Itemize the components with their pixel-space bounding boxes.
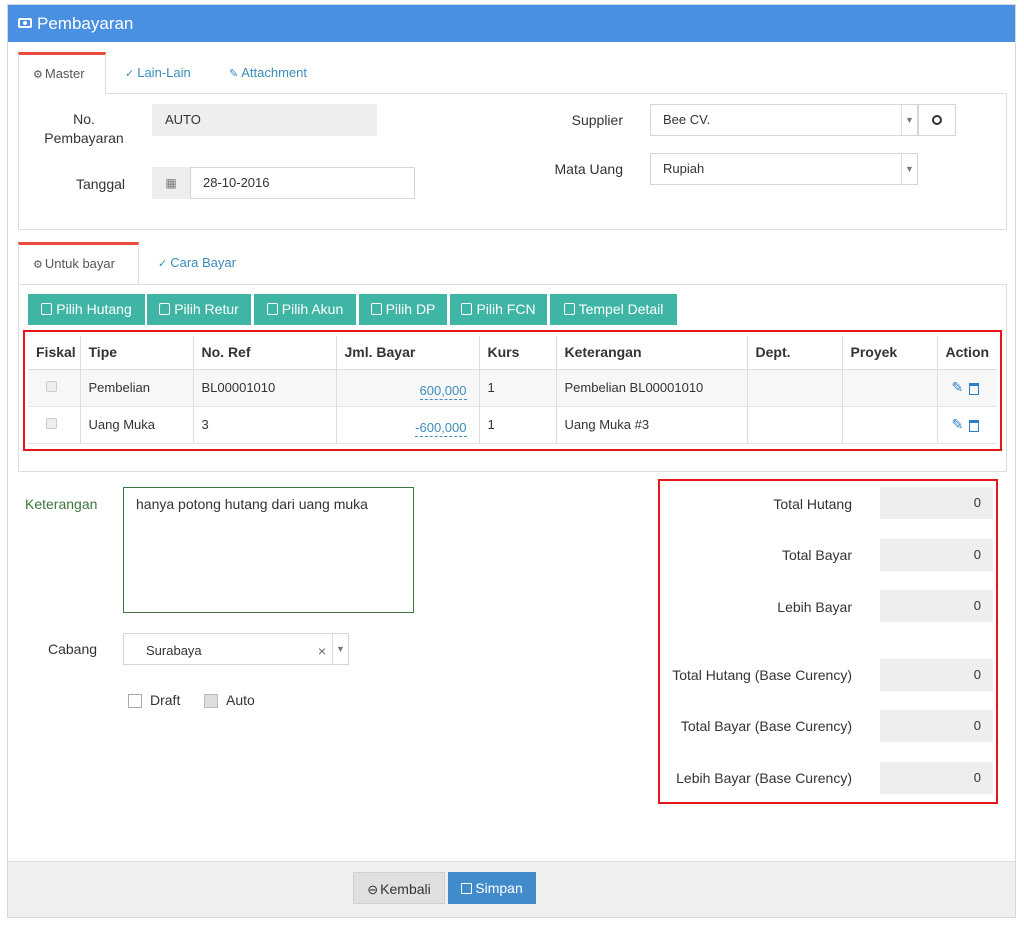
supplier-search-button[interactable] (918, 104, 956, 136)
draft-checkbox[interactable] (128, 694, 142, 708)
clear-icon[interactable]: × (318, 634, 326, 668)
payment-panel: Pembayaran ⚙ Master ✓ Lain-Lain ✎ Attachmen… (7, 4, 1016, 918)
no-pembayaran-label: No. Pembayaran (44, 111, 124, 146)
copy-icon (370, 303, 382, 316)
simpan-button[interactable]: Simpan (448, 872, 536, 904)
action-toolbar: Pilih Hutang Pilih Retur Pilih Akun Pili… (28, 294, 688, 325)
money-icon (18, 17, 32, 28)
copy-icon (266, 303, 278, 316)
paperclip-icon: ✎ (229, 68, 239, 80)
supplier-value: Bee CV. (663, 112, 711, 127)
keterangan-textarea[interactable]: hanya potong hutang dari uang muka (123, 487, 414, 613)
chevron-down-icon: ▼ (901, 105, 917, 135)
chevron-down-icon: ▼ (901, 154, 917, 184)
no-pembayaran-input: AUTO (152, 104, 377, 136)
keterangan-label: Keterangan (25, 496, 98, 512)
tab-lain-lain[interactable]: ✓ Lain-Lain (125, 52, 191, 94)
summary-highlight (658, 479, 998, 804)
chevron-down-icon: ▼ (332, 634, 348, 664)
check-circle-icon: ✓ (158, 258, 168, 270)
auto-label: Auto (226, 692, 255, 708)
pilih-fcn-button[interactable]: Pilih FCN (450, 294, 547, 325)
mata-uang-select[interactable]: Rupiah ▼ (650, 153, 918, 185)
panel-header: Pembayaran (8, 5, 1015, 42)
calendar-addon[interactable]: ▦ (152, 167, 190, 199)
supplier-label: Supplier (571, 112, 623, 128)
mata-uang-label: Mata Uang (554, 161, 623, 177)
tab-cara-bayar[interactable]: ✓ Cara Bayar (158, 242, 236, 284)
page-title: Pembayaran (37, 14, 134, 33)
form-footer: ⊖ Kembali Simpan (8, 861, 1015, 917)
cabang-select[interactable]: Surabaya × ▼ (123, 633, 349, 665)
tab-untuk-bayar[interactable]: ⚙ Untuk bayar (18, 242, 139, 284)
arrow-left-circle-icon: ⊖ (367, 882, 379, 897)
pilih-hutang-button[interactable]: Pilih Hutang (28, 294, 145, 325)
tab-master[interactable]: ⚙ Master (18, 52, 106, 94)
draft-label: Draft (150, 692, 181, 708)
kembali-button[interactable]: ⊖ Kembali (353, 872, 445, 904)
check-circle-icon: ✓ (125, 68, 135, 80)
gears-icon: ⚙ (33, 259, 43, 271)
calendar-icon: ▦ (165, 176, 177, 190)
gears-icon: ⚙ (33, 69, 43, 81)
tanggal-input[interactable]: 28-10-2016 (190, 167, 415, 199)
pilih-dp-button[interactable]: Pilih DP (359, 294, 447, 325)
copy-icon (159, 303, 171, 316)
pilih-retur-button[interactable]: Pilih Retur (147, 294, 251, 325)
copy-icon (461, 303, 473, 316)
supplier-select[interactable]: Bee CV. ▼ (650, 104, 918, 136)
search-icon (932, 115, 942, 125)
cabang-value: Surabaya (146, 643, 202, 658)
save-icon (461, 882, 473, 894)
tanggal-label: Tanggal (75, 176, 126, 192)
paste-icon (563, 303, 575, 316)
pilih-akun-button[interactable]: Pilih Akun (254, 294, 356, 325)
table-highlight (23, 330, 1002, 451)
tempel-detail-button[interactable]: Tempel Detail (550, 294, 677, 325)
auto-checkbox[interactable] (204, 694, 218, 708)
tab-attachment[interactable]: ✎ Attachment (229, 52, 307, 94)
cabang-label: Cabang (48, 641, 98, 657)
mata-uang-value: Rupiah (663, 161, 705, 176)
copy-icon (41, 303, 53, 316)
